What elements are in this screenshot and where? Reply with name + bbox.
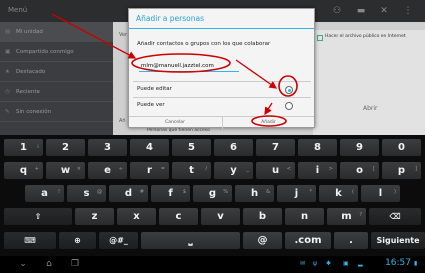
key-d[interactable]: d # xyxy=(109,185,148,202)
key-8[interactable]: 8 xyxy=(298,139,337,156)
soft-keyboard: 1 ¡ 2 3 4 5 6 7 8 9 0 q + w × e ÷ r = t / y _ u… xyxy=(0,135,425,256)
usb-icon[interactable]: ψ xyxy=(313,260,317,267)
key-n[interactable]: n xyxy=(285,208,324,225)
clock[interactable]: 16:57 xyxy=(385,258,411,268)
key-f[interactable]: f $ xyxy=(151,185,190,202)
backspace-key[interactable]: ⌫ xyxy=(369,208,421,225)
key-i[interactable]: i > xyxy=(298,162,337,179)
space-icon: ⎵ xyxy=(188,235,193,246)
system-bar: ⌄ ⌂ ❐ ✉ ψ ✱ ▣ ▂ 16:57 ▮ xyxy=(0,256,425,273)
hide-keyboard-icon[interactable]: ⌄ xyxy=(16,259,30,270)
key-3[interactable]: 3 xyxy=(88,139,127,156)
key-9[interactable]: 9 xyxy=(340,139,379,156)
key-4[interactable]: 4 xyxy=(130,139,169,156)
key-e[interactable]: e ÷ xyxy=(88,162,127,179)
key-b[interactable]: b xyxy=(243,208,282,225)
key-7[interactable]: 7 xyxy=(256,139,295,156)
annotation-circle-add xyxy=(251,115,287,127)
notification-icon[interactable]: ✉ xyxy=(300,260,305,267)
backspace-icon: ⌫ xyxy=(389,212,401,221)
recent-apps-icon[interactable]: ❐ xyxy=(68,259,82,270)
key-p[interactable]: p] xyxy=(382,162,421,179)
annotation-circle-email xyxy=(131,53,231,73)
annotation-arrow xyxy=(235,59,278,89)
key-h[interactable]: h & xyxy=(235,185,274,202)
key-s[interactable]: s @ xyxy=(67,185,106,202)
annotation-circle-radio xyxy=(278,75,298,97)
key-1[interactable]: 1 ¡ xyxy=(4,139,43,156)
settings-icon[interactable]: ✱ xyxy=(326,260,331,267)
wifi-icon: ▂ xyxy=(358,260,363,267)
key-5[interactable]: 5 xyxy=(172,139,211,156)
shift-key[interactable]: ⇧ xyxy=(4,208,72,225)
period-key[interactable]: . xyxy=(334,232,368,249)
key-o[interactable]: o[ xyxy=(340,162,379,179)
next-key[interactable]: Siguiente xyxy=(371,232,425,249)
annotation-arrow xyxy=(51,13,137,59)
key-2[interactable]: 2 xyxy=(46,139,85,156)
key-q[interactable]: q + xyxy=(4,162,43,179)
keyboard-settings-icon: ⌨ xyxy=(24,236,36,245)
at-key[interactable]: @ xyxy=(243,232,282,249)
shift-icon: ⇧ xyxy=(34,212,42,221)
key-z[interactable]: z xyxy=(75,208,114,225)
symbols-key[interactable]: @#_ xyxy=(99,232,138,249)
screenshot-icon[interactable]: ▣ xyxy=(343,260,349,267)
key-l[interactable]: l) xyxy=(361,185,400,202)
key-j[interactable]: j * xyxy=(277,185,316,202)
globe-icon: ⊕ xyxy=(74,236,81,245)
key-w[interactable]: w × xyxy=(46,162,85,179)
key-k[interactable]: k( xyxy=(319,185,358,202)
key-t[interactable]: t / xyxy=(172,162,211,179)
key-x[interactable]: x xyxy=(117,208,156,225)
key-r[interactable]: r = xyxy=(130,162,169,179)
key-6[interactable]: 6 xyxy=(214,139,253,156)
key-m[interactable]: m? xyxy=(327,208,366,225)
key-g[interactable]: g% xyxy=(193,185,232,202)
space-key[interactable]: ⎵ xyxy=(141,232,240,249)
language-key[interactable]: ⊕ xyxy=(59,232,96,249)
key-0[interactable]: 0 xyxy=(382,139,421,156)
key-u[interactable]: u < xyxy=(256,162,295,179)
key-y[interactable]: y _ xyxy=(214,162,253,179)
keyboard-settings-key[interactable]: ⌨ xyxy=(4,232,56,249)
key-v[interactable]: v xyxy=(201,208,240,225)
key-a[interactable]: a! xyxy=(25,185,64,202)
home-icon[interactable]: ⌂ xyxy=(42,259,56,270)
annotation-arrow xyxy=(264,102,273,116)
battery-icon: ▮ xyxy=(414,260,418,267)
key-c[interactable]: c xyxy=(159,208,198,225)
dotcom-key[interactable]: .com xyxy=(285,232,331,249)
